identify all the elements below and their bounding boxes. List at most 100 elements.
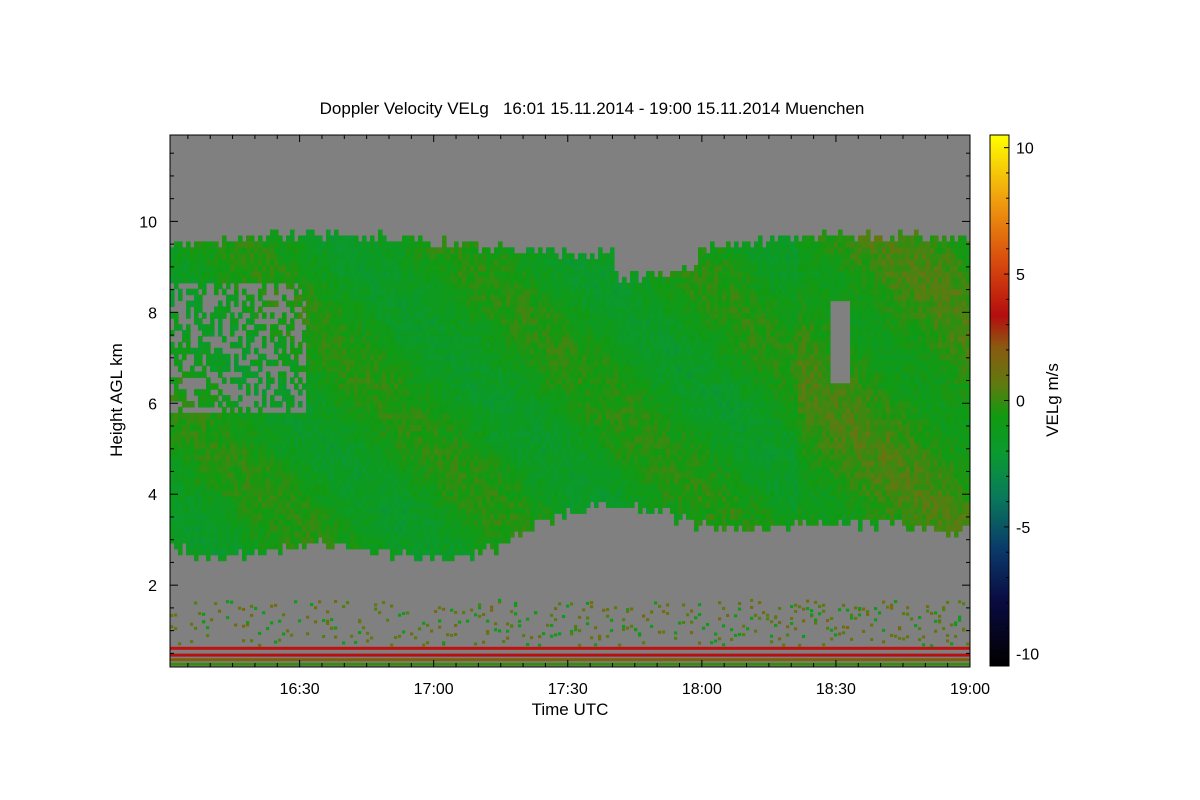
heatmap-cell [550,365,555,373]
heatmap-cell [338,483,343,491]
heatmap-cell [402,383,407,390]
heatmap-cell [242,548,247,556]
heatmap-cell [238,418,243,426]
heatmap-cell [314,620,318,624]
heatmap-cell [306,312,311,319]
heatmap-cell [378,353,383,361]
heatmap-cell [174,383,179,390]
heatmap-cell [418,466,423,473]
heatmap-cell [518,619,522,623]
heatmap-cell [258,531,263,538]
heatmap-cell [398,306,403,313]
heatmap-cell [358,513,363,520]
heatmap-cell [330,525,335,532]
heatmap-cell [282,536,287,544]
heatmap-cell [286,501,291,508]
heatmap-cell [402,489,407,497]
heatmap-cell [534,471,539,479]
heatmap-cell [350,454,355,461]
heatmap-cell [398,401,403,408]
heatmap-cell [218,306,223,313]
heatmap-cell [446,324,451,331]
heatmap-cell [290,483,295,491]
heatmap-cell [218,412,223,420]
heatmap-cell [486,330,491,337]
heatmap-cell [346,312,351,319]
heatmap-cell [398,448,403,455]
heatmap-cell [330,300,335,308]
heatmap-cell [422,383,427,390]
heatmap-cell [546,377,551,384]
heatmap-cell [426,401,431,408]
heatmap-cell [450,466,455,473]
heatmap-cell [366,483,371,491]
heatmap-cell [526,617,530,621]
heatmap-cell [566,288,571,296]
heatmap-cell [230,507,235,514]
heatmap-cell [282,513,287,520]
heatmap-cell [314,282,319,290]
heatmap-cell [190,270,195,278]
heatmap-cell [242,531,247,538]
heatmap-cell [454,306,459,313]
heatmap-cell [274,288,279,296]
heatmap-cell [258,359,263,367]
heatmap-cell [222,460,227,467]
heatmap-cell [462,341,467,349]
heatmap-cell [322,619,326,623]
heatmap-cell [502,270,507,278]
heatmap-cell [422,471,427,479]
heatmap-cell [310,448,315,455]
heatmap-cell [250,436,255,443]
heatmap-cell [246,247,251,254]
heatmap-cell [458,371,463,378]
heatmap-cell [390,436,395,443]
heatmap-cell [278,412,283,420]
heatmap-cell [238,495,243,503]
heatmap-cell [526,288,531,296]
heatmap-cell [338,294,343,302]
heatmap-cell [450,247,455,254]
heatmap-cell [394,483,399,491]
heatmap-cell [526,525,531,532]
heatmap-cell [494,477,499,485]
heatmap-cell [210,318,215,325]
heatmap-cell [186,501,191,508]
heatmap-cell [346,330,351,337]
heatmap-cell [502,412,507,420]
heatmap-cell [538,483,543,491]
heatmap-cell [538,454,543,461]
heatmap-cell [206,270,211,278]
heatmap-cell [434,270,439,278]
heatmap-cell [338,442,343,449]
heatmap-cell [470,608,474,612]
heatmap-cell [414,436,419,443]
heatmap-cell [342,507,347,514]
heatmap-cell [550,519,555,526]
heatmap-cell [518,418,523,426]
heatmap-cell [318,471,323,479]
heatmap-cell [178,424,183,432]
heatmap-cell [202,620,206,624]
heatmap-cell [374,406,379,414]
heatmap-cell [438,371,443,378]
heatmap-cell [274,341,279,349]
heatmap-cell [226,412,231,420]
heatmap-cell [182,483,187,491]
heatmap-cell [242,270,247,278]
heatmap-cell [430,430,435,438]
heatmap-cell [346,347,351,355]
heatmap-cell [494,276,499,284]
heatmap-cell [250,454,255,461]
heatmap-cell [270,335,275,343]
heatmap-cell [534,412,539,420]
heatmap-cell [426,536,431,544]
heatmap-cell [246,335,251,343]
heatmap-cell [354,259,359,266]
heatmap-cell [426,288,431,296]
heatmap-cell [426,259,431,266]
heatmap-cell [498,424,503,432]
heatmap-cell [498,306,503,313]
heatmap-cell [498,282,503,290]
heatmap-cell [526,353,531,361]
